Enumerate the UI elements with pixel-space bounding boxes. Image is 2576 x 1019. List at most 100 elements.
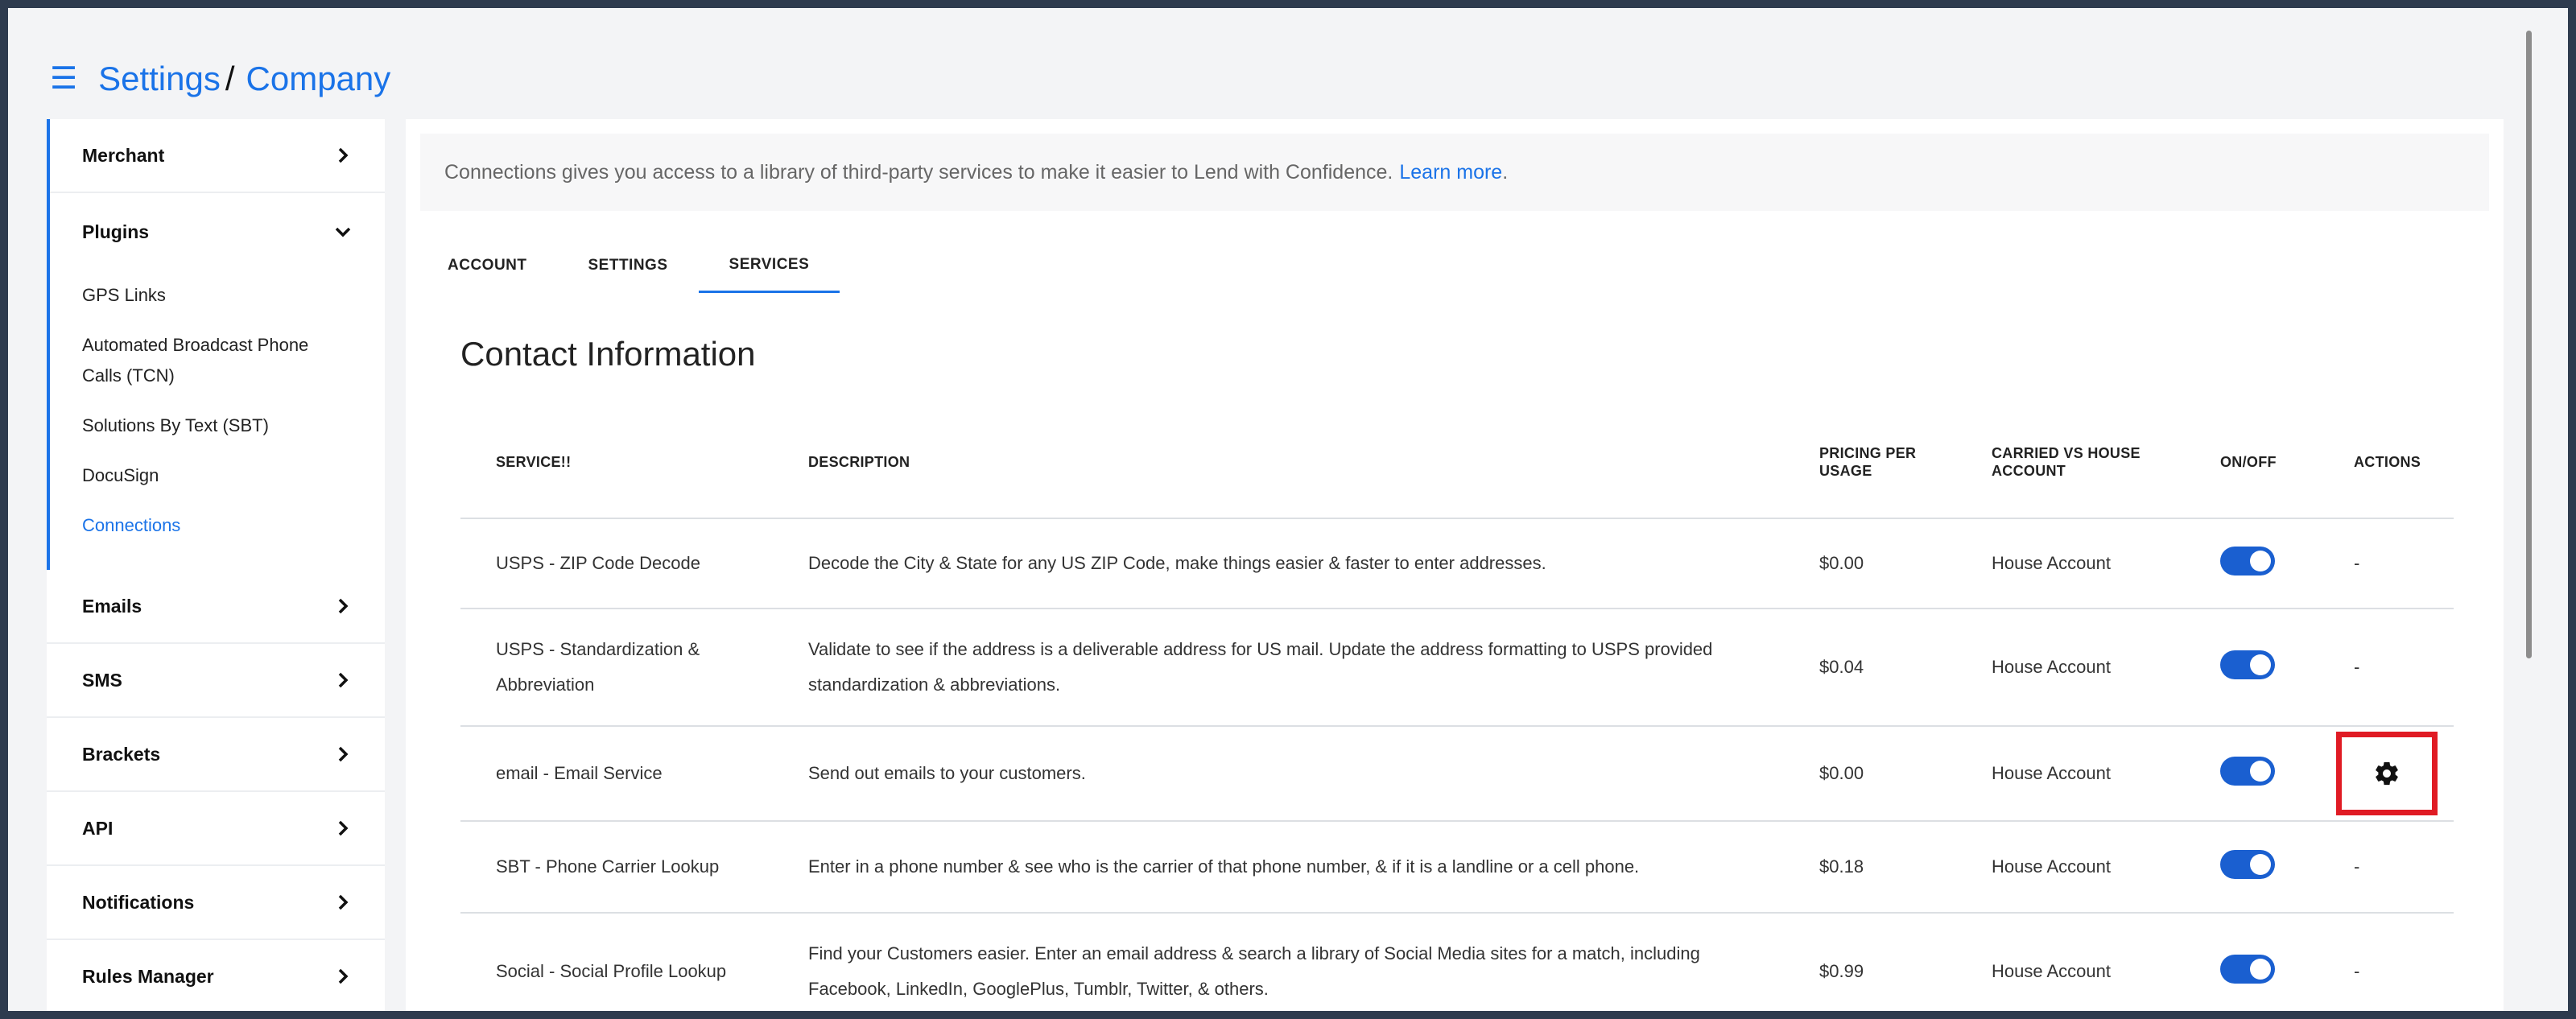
service-account: House Account bbox=[1956, 726, 2185, 822]
sidebar-item-plugins[interactable]: Plugins bbox=[50, 193, 385, 270]
toggle-cell bbox=[2185, 726, 2318, 822]
sidebar-item-rules-manager[interactable]: Rules Manager bbox=[47, 940, 385, 1011]
column-header-description: DESCRIPTION bbox=[773, 406, 1784, 519]
column-header-actions: ACTIONS bbox=[2318, 406, 2454, 519]
sidebar-item-label: SMS bbox=[82, 669, 122, 691]
toggle-knob bbox=[2250, 958, 2271, 980]
on-off-toggle[interactable] bbox=[2220, 756, 2275, 786]
service-action: - bbox=[2318, 821, 2454, 914]
sidebar-item-notifications[interactable]: Notifications bbox=[47, 866, 385, 940]
service-description: Validate to see if the address is a deli… bbox=[773, 609, 1784, 727]
section-title: Contact Information bbox=[460, 335, 756, 373]
chevron-right-icon bbox=[333, 146, 353, 165]
service-action: - bbox=[2318, 518, 2454, 609]
sidebar-item-label: Brackets bbox=[82, 743, 161, 765]
sidebar-item-brackets[interactable]: Brackets bbox=[47, 718, 385, 792]
scrollbar[interactable] bbox=[2524, 31, 2533, 1005]
service-name: Social - Social Profile Lookup bbox=[460, 913, 773, 1011]
sidebar-subitem-tcn[interactable]: Automated Broadcast Phone Calls (TCN) bbox=[82, 320, 348, 401]
on-off-toggle[interactable] bbox=[2220, 546, 2275, 576]
breadcrumb-separator: / bbox=[225, 60, 235, 97]
tab-settings[interactable]: SETTINGS bbox=[558, 238, 699, 293]
toggle-cell bbox=[2185, 913, 2318, 1011]
service-price: $0.00 bbox=[1784, 726, 1956, 822]
toggle-knob bbox=[2250, 760, 2271, 782]
service-name: USPS - Standardization & Abbreviation bbox=[460, 609, 773, 727]
chevron-right-icon bbox=[333, 967, 353, 986]
toggle-cell bbox=[2185, 609, 2318, 727]
chevron-right-icon bbox=[333, 893, 353, 912]
service-name: email - Email Service bbox=[460, 726, 773, 822]
service-description: Enter in a phone number & see who is the… bbox=[773, 821, 1784, 914]
toggle-knob bbox=[2250, 550, 2271, 571]
toggle-cell bbox=[2185, 821, 2318, 914]
chevron-right-icon bbox=[333, 745, 353, 764]
on-off-toggle[interactable] bbox=[2220, 954, 2275, 984]
sidebar: Merchant Plugins GPS Links Automated Bro… bbox=[47, 119, 385, 1011]
breadcrumb-settings[interactable]: Settings bbox=[98, 60, 221, 98]
service-account: House Account bbox=[1956, 518, 2185, 609]
sidebar-subitem-connections[interactable]: Connections bbox=[82, 501, 348, 551]
table-row: USPS - ZIP Code Decode Decode the City &… bbox=[460, 518, 2454, 609]
plugins-submenu: GPS Links Automated Broadcast Phone Call… bbox=[50, 270, 385, 570]
chevron-right-icon bbox=[333, 819, 353, 838]
service-action: - bbox=[2318, 913, 2454, 1011]
table-row: USPS - Standardization & Abbreviation Va… bbox=[460, 609, 2454, 727]
table-header-row: SERVICE!! DESCRIPTION PRICING PER USAGE … bbox=[460, 406, 2454, 519]
on-off-toggle[interactable] bbox=[2220, 650, 2275, 679]
info-banner: Connections gives you access to a librar… bbox=[420, 134, 2489, 211]
sidebar-subitem-gps-links[interactable]: GPS Links bbox=[82, 270, 348, 320]
banner-text: Connections gives you access to a librar… bbox=[444, 160, 1393, 184]
service-price: $0.04 bbox=[1784, 609, 1956, 727]
menu-icon[interactable]: ☰ bbox=[50, 64, 77, 94]
toggle-knob bbox=[2250, 853, 2271, 875]
scrollbar-thumb[interactable] bbox=[2526, 31, 2532, 658]
sidebar-item-label: Merchant bbox=[82, 144, 165, 166]
sidebar-item-emails[interactable]: Emails bbox=[47, 570, 385, 644]
service-name: SBT - Phone Carrier Lookup bbox=[460, 821, 773, 914]
chevron-right-icon bbox=[333, 596, 353, 616]
sidebar-item-api[interactable]: API bbox=[47, 792, 385, 866]
service-price: $0.99 bbox=[1784, 913, 1956, 1011]
chevron-down-icon bbox=[333, 222, 353, 241]
sidebar-group-expanded: Merchant Plugins GPS Links Automated Bro… bbox=[47, 119, 385, 570]
sidebar-item-label: Emails bbox=[82, 595, 142, 617]
toggle-knob bbox=[2250, 654, 2271, 675]
toggle-cell bbox=[2185, 518, 2318, 609]
gear-icon bbox=[2376, 761, 2398, 786]
service-price: $0.00 bbox=[1784, 518, 1956, 609]
settings-action-button[interactable] bbox=[2336, 732, 2438, 815]
table-row: Social - Social Profile Lookup Find your… bbox=[460, 913, 2454, 1011]
sidebar-subitem-sbt[interactable]: Solutions By Text (SBT) bbox=[82, 401, 348, 451]
page-header: ☰ Settings / Company bbox=[50, 55, 390, 103]
services-table: SERVICE!! DESCRIPTION PRICING PER USAGE … bbox=[460, 406, 2454, 1011]
service-description: Find your Customers easier. Enter an ema… bbox=[773, 913, 1784, 1011]
sidebar-item-label: Notifications bbox=[82, 891, 195, 913]
table-row: email - Email Service Send out emails to… bbox=[460, 726, 2454, 822]
app-frame: ☰ Settings / Company Merchant Plugins GP… bbox=[8, 8, 2568, 1011]
on-off-toggle[interactable] bbox=[2220, 849, 2275, 879]
sidebar-subitem-docusign[interactable]: DocuSign bbox=[82, 451, 348, 501]
sidebar-item-label: Plugins bbox=[82, 221, 150, 242]
service-description: Decode the City & State for any US ZIP C… bbox=[773, 518, 1784, 609]
table-row: SBT - Phone Carrier Lookup Enter in a ph… bbox=[460, 821, 2454, 914]
sidebar-item-merchant[interactable]: Merchant bbox=[50, 119, 385, 193]
column-header-account: CARRIED VS HOUSE ACCOUNT bbox=[1956, 406, 2185, 519]
service-account: House Account bbox=[1956, 609, 2185, 727]
chevron-right-icon bbox=[333, 670, 353, 690]
breadcrumb-company[interactable]: Company bbox=[246, 60, 391, 98]
sidebar-item-label: Rules Manager bbox=[82, 965, 214, 987]
service-account: House Account bbox=[1956, 821, 2185, 914]
service-account: House Account bbox=[1956, 913, 2185, 1011]
sidebar-item-label: API bbox=[82, 817, 114, 839]
sidebar-item-sms[interactable]: SMS bbox=[47, 644, 385, 718]
tab-services[interactable]: SERVICES bbox=[698, 238, 840, 293]
tab-account[interactable]: ACCOUNT bbox=[433, 238, 558, 293]
service-action: - bbox=[2318, 609, 2454, 727]
banner-period: . bbox=[1502, 160, 1509, 184]
service-price: $0.18 bbox=[1784, 821, 1956, 914]
service-action bbox=[2318, 726, 2454, 822]
learn-more-link[interactable]: Learn more bbox=[1399, 161, 1502, 184]
main-panel: Connections gives you access to a librar… bbox=[406, 119, 2504, 1011]
service-description: Send out emails to your customers. bbox=[773, 726, 1784, 822]
